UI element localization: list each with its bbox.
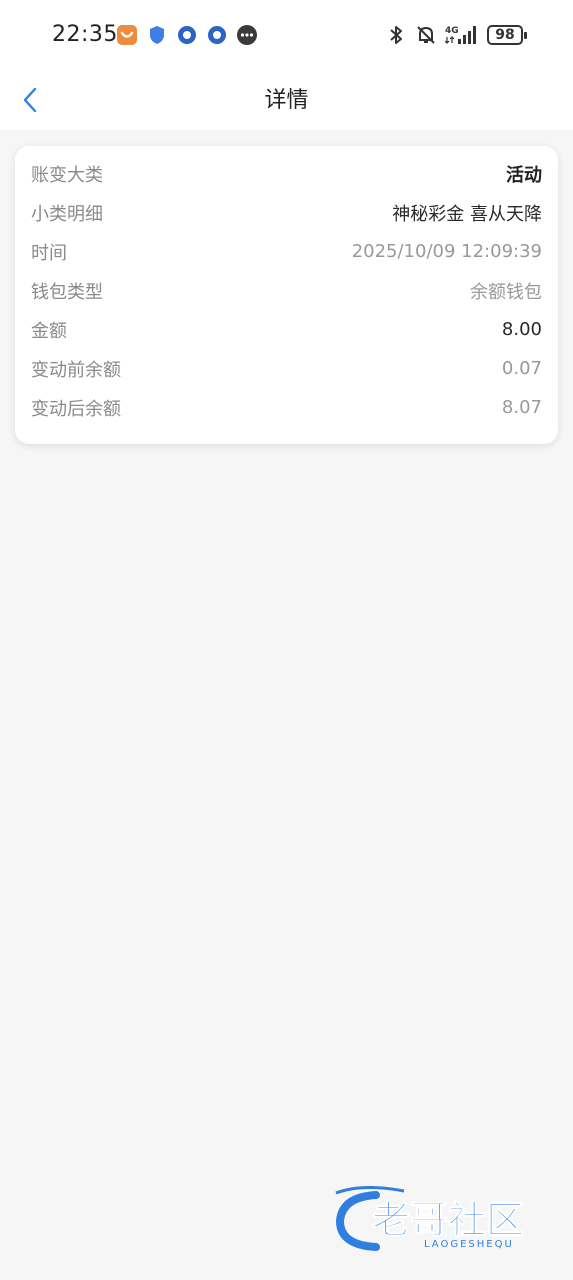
status-icons-right: 4G 98: [385, 24, 527, 46]
row-label: 账变大类: [31, 164, 103, 186]
detail-row-wallet-type: 钱包类型 余额钱包: [31, 271, 542, 310]
page-title: 详情: [264, 88, 309, 113]
bluetooth-icon: [385, 24, 407, 46]
nav-bar: 详情: [0, 72, 573, 130]
detail-row-balance-after: 变动后余额 8.07: [31, 388, 542, 427]
status-bar: 22:35 4G 98: [0, 0, 573, 72]
status-icons-left: [116, 24, 258, 46]
watermark-subtext: LAOGESHEQU: [424, 1239, 514, 1250]
row-label: 钱包类型: [31, 281, 103, 303]
detail-row-subcategory: 小类明细 神秘彩金 喜从天降: [31, 193, 542, 232]
chat-bubble-icon: [236, 24, 258, 46]
signal-icon: 4G: [445, 24, 479, 46]
svg-text:4G: 4G: [445, 26, 459, 36]
row-value: 8.07: [501, 397, 542, 418]
row-value: 0.07: [501, 358, 542, 379]
status-time: 22:35: [52, 22, 118, 47]
watermark-text: 老哥社区: [372, 1198, 524, 1242]
watermark-logo: 老哥社区 LAOGESHEQU: [332, 1183, 562, 1255]
circle-app-icon: [176, 24, 198, 46]
row-label: 金额: [31, 320, 67, 342]
detail-row-time: 时间 2025/10/09 12:09:39: [31, 232, 542, 271]
detail-row-category: 账变大类 活动: [31, 154, 542, 193]
mute-bell-icon: [415, 24, 437, 46]
detail-row-amount: 金额 8.00: [31, 310, 542, 349]
row-label: 变动前余额: [31, 359, 121, 381]
detail-row-balance-before: 变动前余额 0.07: [31, 349, 542, 388]
app-badge-icon: [116, 24, 138, 46]
row-value: 余额钱包: [470, 281, 542, 303]
row-value: 8.00: [501, 319, 542, 340]
row-label: 小类明细: [31, 203, 103, 225]
battery-level: 98: [495, 27, 515, 43]
detail-card: 账变大类 活动 小类明细 神秘彩金 喜从天降 时间 2025/10/09 12:…: [15, 146, 558, 444]
row-value: 活动: [506, 164, 542, 186]
row-value: 神秘彩金 喜从天降: [392, 203, 542, 225]
battery-icon: 98: [487, 25, 527, 45]
circle-app-icon: [206, 24, 228, 46]
shield-icon: [146, 24, 168, 46]
row-label: 时间: [31, 242, 67, 264]
row-label: 变动后余额: [31, 398, 121, 420]
row-value: 2025/10/09 12:09:39: [351, 241, 542, 262]
